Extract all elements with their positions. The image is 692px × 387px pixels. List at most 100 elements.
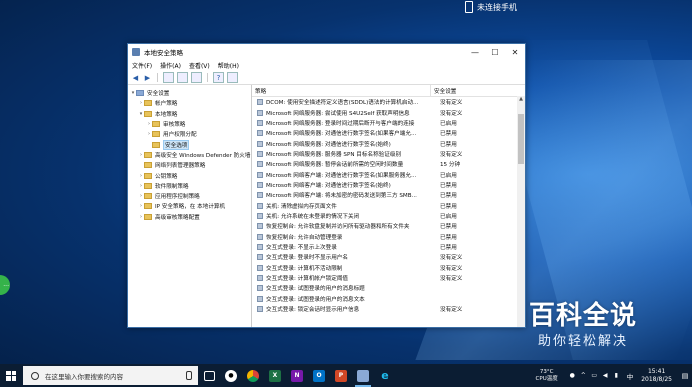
- policy-row[interactable]: Microsoft 网络服务器: 暂停会话前所需的空闲时间数量 15 分钟: [252, 159, 525, 169]
- policy-row[interactable]: 交互式登录: 计算机帐户锁定阈值 没有定义: [252, 273, 525, 283]
- phone-status-label: 未连接手机: [477, 2, 517, 12]
- cpu-temperature[interactable]: 73°C CPU温度: [536, 369, 558, 383]
- phone-status[interactable]: 未连接手机: [465, 0, 517, 14]
- policy-row[interactable]: Microsoft 网络服务器: 对通信进行数字签名(始终) 已禁用: [252, 138, 525, 148]
- policy-row[interactable]: 恢复控制台: 允许自动管理登录 已禁用: [252, 231, 525, 241]
- tree-node[interactable]: › 软件限制策略: [128, 181, 251, 191]
- tree-node[interactable]: 网络列表管理器策略: [128, 160, 251, 170]
- title-bar[interactable]: 本地安全策略 — ☐ ✕: [128, 44, 525, 60]
- menu-action[interactable]: 操作(A): [160, 61, 181, 70]
- taskbar-app-powerpoint[interactable]: P: [330, 364, 352, 387]
- taskbar-app-outlook[interactable]: O: [308, 364, 330, 387]
- tree-node[interactable]: › 高级安全 Windows Defender 防火墙: [128, 150, 251, 160]
- show-tree-icon[interactable]: [177, 72, 188, 83]
- action-center-icon[interactable]: ▤: [678, 364, 692, 387]
- policy-row[interactable]: Microsoft 网络客户端: 将未加密的密码发送到第三方 SMB... 已禁用: [252, 190, 525, 200]
- watermark-main: 百科全说: [528, 301, 637, 331]
- battery-icon[interactable]: ▮: [612, 372, 621, 379]
- taskbar-search-box[interactable]: 在这里输入你要搜索的内容: [23, 366, 198, 385]
- window-title: 本地安全策略: [144, 49, 183, 57]
- column-header-setting[interactable]: 安全设置: [430, 85, 456, 96]
- policy-row[interactable]: 交互式登录: 登录时不显示用户名 没有定义: [252, 252, 525, 262]
- policy-row[interactable]: Microsoft 网络服务器: 服务器 SPN 目标名称验证级别 没有定义: [252, 149, 525, 159]
- help-icon[interactable]: ?: [213, 72, 224, 83]
- policy-row[interactable]: 交互式登录: 计算机不活动限制 没有定义: [252, 263, 525, 273]
- folder-icon: [144, 100, 152, 107]
- policy-row[interactable]: Microsoft 网络服务器: 登录时间过期后断开与客户端的连接 已启用: [252, 118, 525, 128]
- up-folder-icon[interactable]: [163, 72, 174, 83]
- system-tray: 73°C CPU温度 ● ^ ▭ ◀ ▮ 中 15:41 2018/8/25 ▤: [536, 364, 692, 387]
- policy-name: Microsoft 网络服务器: 对通信进行数字签名(如果客户端允...: [266, 131, 417, 138]
- start-button[interactable]: [0, 364, 22, 387]
- vertical-scrollbar[interactable]: ▲: [517, 96, 525, 327]
- policy-row[interactable]: DCOM: 使用安全描述符定义语言(SDDL)语法的计算机启动... 没有定义: [252, 97, 525, 107]
- maximize-button[interactable]: ☐: [485, 48, 505, 57]
- tree-node[interactable]: › 帐户策略: [128, 98, 251, 108]
- user-icon[interactable]: ●: [568, 372, 577, 379]
- menu-view[interactable]: 查看(V): [189, 61, 210, 70]
- tree-node[interactable]: › IP 安全策略，在 本地计算机: [128, 201, 251, 211]
- export-list-icon[interactable]: [191, 72, 202, 83]
- scroll-up-icon[interactable]: ▲: [517, 96, 525, 104]
- floating-assistant-bubble[interactable]: ...: [0, 275, 10, 295]
- tree-node[interactable]: › 应用程序控制策略: [128, 191, 251, 201]
- local-security-policy-window: 本地安全策略 — ☐ ✕ 文件(F) 操作(A) 查看(V) 帮助(H) ◀ ▶…: [127, 43, 526, 328]
- policy-icon: [257, 181, 263, 188]
- tree-node-label: 本地策略: [155, 111, 178, 118]
- task-view-button[interactable]: [198, 364, 220, 387]
- tree-node[interactable]: › 公钥策略: [128, 170, 251, 180]
- taskbar-app-ie[interactable]: e: [374, 364, 396, 387]
- tree-node[interactable]: 安全选项: [128, 139, 251, 150]
- taskbar-app-chrome[interactable]: [242, 364, 264, 387]
- phone-icon: [465, 1, 473, 13]
- policy-row[interactable]: 恢复控制台: 允许软盘复制并访问所有驱动器和所有文件夹 已禁用: [252, 221, 525, 231]
- policy-row[interactable]: 关机: 允许系统在未登录的情况下关闭 已启用: [252, 211, 525, 221]
- taskbar-app-panda[interactable]: ●: [220, 364, 242, 387]
- folder-icon: [144, 162, 152, 169]
- policy-row[interactable]: Microsoft 网络服务器: 对通信进行数字签名(如果客户端允... 已禁用: [252, 128, 525, 138]
- tree-node[interactable]: ▾ 安全设置: [128, 88, 251, 98]
- tree-node-label: 网络列表管理器策略: [155, 163, 206, 170]
- menu-file[interactable]: 文件(F): [132, 61, 152, 70]
- policy-row[interactable]: Microsoft 网络客户端: 对通信进行数字签名(如果服务器允... 已启用: [252, 169, 525, 179]
- policy-row[interactable]: 交互式登录: 试图登录的用户的消息标题: [252, 283, 525, 293]
- close-button[interactable]: ✕: [505, 48, 525, 57]
- policy-name: Microsoft 网络服务器: 暂停会话前所需的空闲时间数量: [266, 162, 404, 169]
- taskbar-app-onenote[interactable]: N: [286, 364, 308, 387]
- show-hidden-icons-icon[interactable]: ^: [579, 372, 588, 379]
- column-header-policy[interactable]: 策略: [252, 87, 430, 95]
- tree-node[interactable]: › 审核策略: [128, 119, 251, 129]
- policy-icon: [257, 254, 263, 261]
- properties-icon[interactable]: [227, 72, 238, 83]
- policy-setting: 已禁用: [440, 193, 457, 200]
- policy-name: Microsoft 网络服务器: 对通信进行数字签名(始终): [266, 141, 391, 148]
- forward-arrow-icon[interactable]: ▶: [143, 73, 152, 82]
- microphone-icon[interactable]: [186, 371, 192, 380]
- taskbar-app-excel[interactable]: X: [264, 364, 286, 387]
- policy-name: Microsoft 网络客户端: 对通信进行数字签名(如果服务器允...: [266, 172, 417, 179]
- policy-setting: 已禁用: [440, 182, 457, 189]
- clock[interactable]: 15:41 2018/8/25: [641, 368, 672, 384]
- excel-icon: X: [269, 369, 281, 382]
- taskbar-app-security-policy[interactable]: [352, 364, 374, 387]
- policy-row[interactable]: Microsoft 网络客户端: 对通信进行数字签名(始终) 已禁用: [252, 180, 525, 190]
- policy-setting: 没有定义: [440, 276, 463, 283]
- minimize-button[interactable]: —: [465, 48, 485, 57]
- tree-node[interactable]: › 高级审核策略配置: [128, 212, 251, 222]
- input-method-indicator[interactable]: 中: [627, 371, 634, 381]
- folder-icon: [144, 172, 152, 179]
- network-icon[interactable]: ▭: [590, 372, 599, 379]
- policy-row[interactable]: Microsoft 网络服务器: 尝试使用 S4U2Self 获取声明信息 没有定…: [252, 107, 525, 117]
- policy-row[interactable]: 交互式登录: 不显示上次登录 已禁用: [252, 242, 525, 252]
- tree-node[interactable]: ▾ 本地策略: [128, 109, 251, 119]
- policy-icon: [257, 192, 263, 199]
- policy-row[interactable]: 关机: 清除虚拟内存页面文件 已禁用: [252, 200, 525, 210]
- policy-row[interactable]: 交互式登录: 锁定会话时显示用户信息 没有定义: [252, 304, 525, 314]
- menu-help[interactable]: 帮助(H): [218, 61, 239, 70]
- back-arrow-icon[interactable]: ◀: [131, 73, 140, 82]
- tree-node[interactable]: › 用户权限分配: [128, 129, 251, 139]
- volume-icon[interactable]: ◀: [601, 372, 610, 379]
- scroll-thumb[interactable]: [518, 114, 524, 164]
- policy-icon: [257, 212, 263, 219]
- policy-row[interactable]: 交互式登录: 试图登录的用户的消息文本: [252, 294, 525, 304]
